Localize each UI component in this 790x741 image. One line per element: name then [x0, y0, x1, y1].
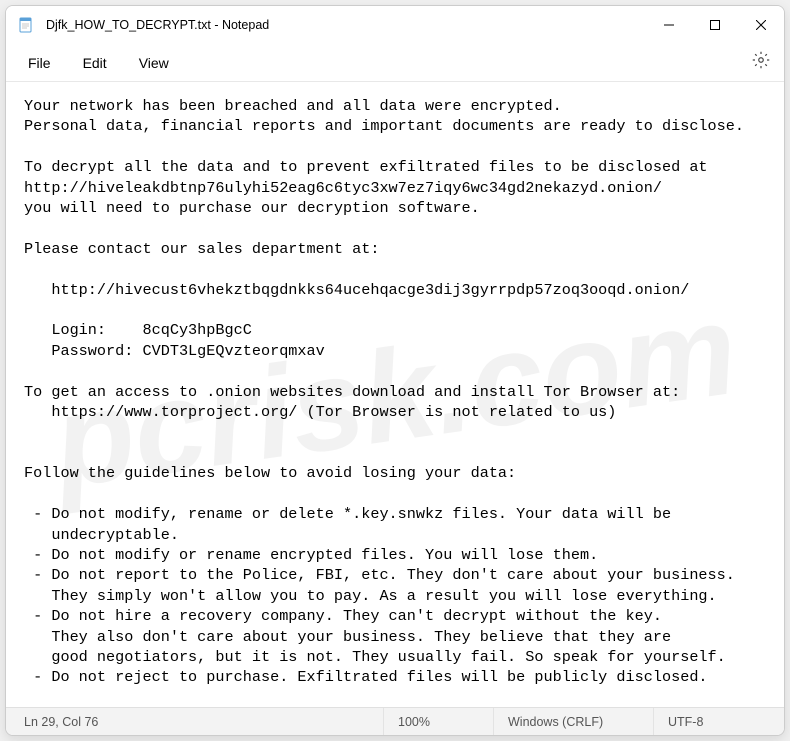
window-controls [646, 6, 784, 44]
status-line-ending: Windows (CRLF) [494, 708, 654, 735]
statusbar: Ln 29, Col 76 100% Windows (CRLF) UTF-8 [6, 707, 784, 735]
status-zoom[interactable]: 100% [384, 708, 494, 735]
gear-icon [752, 51, 770, 74]
maximize-button[interactable] [692, 6, 738, 44]
notepad-icon [18, 17, 34, 33]
text-area[interactable]: pcrisk.com Your network has been breache… [6, 82, 784, 707]
settings-button[interactable] [744, 46, 778, 80]
window-title: Djfk_HOW_TO_DECRYPT.txt - Notepad [46, 18, 646, 32]
status-encoding: UTF-8 [654, 708, 784, 735]
menu-file[interactable]: File [12, 49, 67, 77]
minimize-button[interactable] [646, 6, 692, 44]
status-position: Ln 29, Col 76 [6, 708, 384, 735]
menu-view[interactable]: View [123, 49, 185, 77]
menubar: File Edit View [6, 44, 784, 82]
document-text: Your network has been breached and all d… [24, 96, 766, 688]
notepad-window: Djfk_HOW_TO_DECRYPT.txt - Notepad File E… [5, 5, 785, 736]
titlebar[interactable]: Djfk_HOW_TO_DECRYPT.txt - Notepad [6, 6, 784, 44]
close-button[interactable] [738, 6, 784, 44]
menu-edit[interactable]: Edit [67, 49, 123, 77]
